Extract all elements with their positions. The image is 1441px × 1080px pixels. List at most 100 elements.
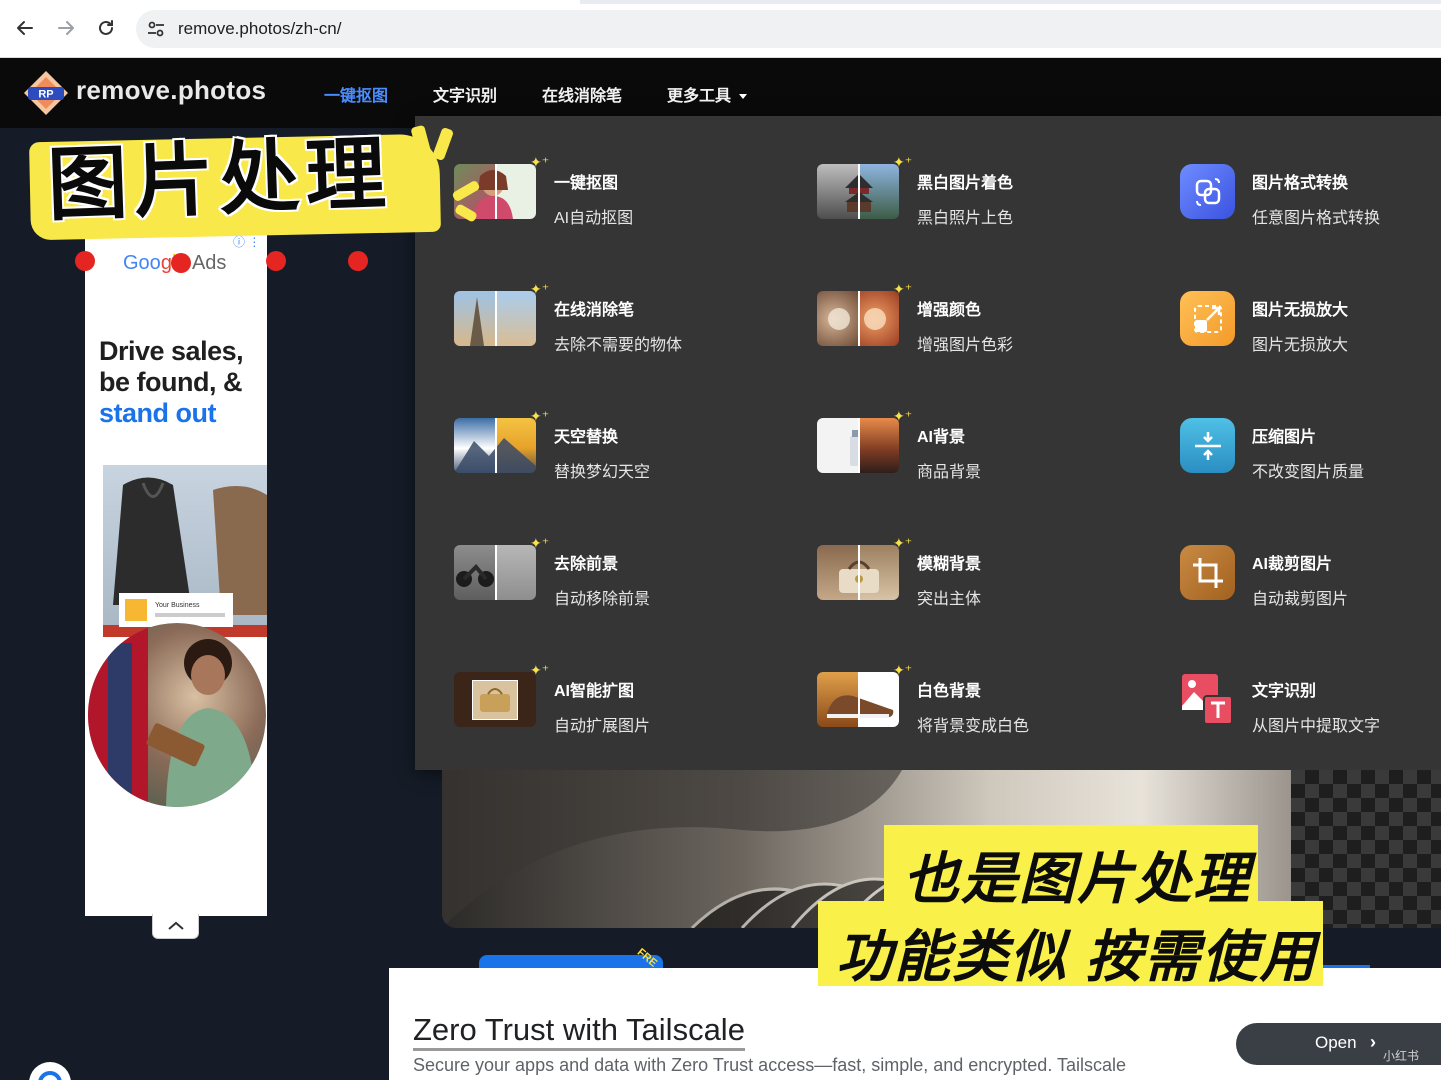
sparkle-icon: ✦⁺ bbox=[530, 535, 550, 551]
tool-thumbnail bbox=[454, 672, 536, 727]
upload-button[interactable] bbox=[479, 955, 663, 969]
tool-desc: 任意图片格式转换 bbox=[1252, 210, 1381, 227]
tool-desc: 自动扩展图片 bbox=[554, 718, 651, 735]
tool-thumbnail bbox=[817, 672, 899, 727]
nav-text-recognition[interactable]: 文字识别 bbox=[433, 82, 497, 106]
red-dot bbox=[266, 251, 286, 271]
back-icon[interactable] bbox=[11, 14, 39, 42]
tool-ai-crop[interactable]: AI裁剪图片 自动裁剪图片 bbox=[1180, 545, 1441, 625]
floating-chat-button[interactable] bbox=[29, 1062, 71, 1080]
tool-blur-background[interactable]: ✦⁺ 模糊背景 突出主体 bbox=[817, 535, 1157, 625]
red-dot bbox=[171, 253, 191, 273]
tool-one-click-cutout[interactable]: ✦⁺ 一键抠图 AI自动抠图 bbox=[454, 154, 794, 244]
ad-collapse-button[interactable] bbox=[152, 914, 199, 939]
ocr-icon bbox=[1180, 672, 1235, 727]
bottom-ad-title[interactable]: Zero Trust with Tailscale bbox=[413, 1012, 745, 1051]
tab-strip bbox=[580, 0, 1441, 4]
sparkle-icon: ✦⁺ bbox=[530, 154, 550, 170]
reload-icon[interactable] bbox=[92, 14, 120, 42]
nav-one-click-cutout[interactable]: 一键抠图 bbox=[324, 82, 388, 106]
sparkle-icon: ✦⁺ bbox=[530, 281, 550, 297]
tool-lossless-enlarge[interactable]: 图片无损放大 图片无损放大 bbox=[1180, 291, 1441, 371]
crop-icon bbox=[1180, 545, 1235, 600]
tool-desc: 将背景变成白色 bbox=[917, 718, 1030, 735]
sparkle-icon: ✦⁺ bbox=[893, 535, 913, 551]
tool-name: 压缩图片 bbox=[1252, 429, 1317, 446]
watermark: 小红书 bbox=[1383, 1049, 1420, 1063]
tool-name: 增强颜色 bbox=[917, 302, 982, 319]
tool-name: 一键抠图 bbox=[554, 175, 619, 192]
nav-eraser[interactable]: 在线消除笔 bbox=[542, 82, 622, 106]
sparkle-icon: ✦⁺ bbox=[893, 154, 913, 170]
ad-headline-blue: stand out bbox=[99, 398, 217, 428]
more-tools-dropdown: ✦⁺ 一键抠图 AI自动抠图 ✦⁺ 在线消除笔 去除不需要的物体 ✦⁺ 天空替换… bbox=[415, 116, 1441, 770]
address-bar[interactable]: remove.photos/zh-cn/ bbox=[136, 10, 1441, 48]
tool-desc: 商品背景 bbox=[917, 464, 982, 481]
sparkle-icon: ✦⁺ bbox=[893, 408, 913, 424]
nav-more-tools[interactable]: 更多工具 bbox=[667, 82, 748, 106]
svg-text:RP: RP bbox=[38, 89, 53, 101]
tool-name: 去除前景 bbox=[554, 556, 619, 573]
tool-remove-foreground[interactable]: ✦⁺ 去除前景 自动移除前景 bbox=[454, 535, 794, 625]
sparkle-icon: ✦⁺ bbox=[893, 281, 913, 297]
tool-desc: 突出主体 bbox=[917, 591, 982, 608]
forward-icon[interactable] bbox=[52, 14, 80, 42]
tool-thumbnail bbox=[817, 418, 899, 473]
tool-name: 黑白图片着色 bbox=[917, 175, 1014, 192]
tool-ai-background[interactable]: ✦⁺ AI背景 商品背景 bbox=[817, 408, 1157, 498]
ad-photo-hoodies[interactable]: Your Business bbox=[103, 465, 267, 637]
tool-name: 图片无损放大 bbox=[1252, 302, 1349, 319]
tool-format-convert[interactable]: 图片格式转换 任意图片格式转换 bbox=[1180, 164, 1441, 244]
red-dot bbox=[348, 251, 368, 271]
ad-photo-shopper[interactable] bbox=[88, 623, 266, 807]
compress-icon bbox=[1180, 418, 1235, 473]
site-info-icon[interactable] bbox=[146, 19, 166, 39]
tool-desc: 自动裁剪图片 bbox=[1252, 591, 1349, 608]
caret-down-icon bbox=[739, 94, 748, 100]
tool-name: AI裁剪图片 bbox=[1252, 556, 1333, 573]
sparkle-icon: ✦⁺ bbox=[530, 662, 550, 678]
tool-thumbnail bbox=[817, 164, 899, 219]
tool-desc: 去除不需要的物体 bbox=[554, 337, 683, 354]
tool-desc: 黑白照片上色 bbox=[917, 210, 1014, 227]
caption-line1: 也是图片处理 bbox=[903, 847, 1251, 910]
tool-ai-expand[interactable]: ✦⁺ AI智能扩图 自动扩展图片 bbox=[454, 662, 794, 752]
tool-name: AI背景 bbox=[917, 429, 966, 446]
sparkle-icon: ✦⁺ bbox=[893, 662, 913, 678]
tool-desc: 自动移除前景 bbox=[554, 591, 651, 608]
tool-desc: AI自动抠图 bbox=[554, 210, 634, 227]
sparkle-icon: ✦⁺ bbox=[530, 408, 550, 424]
tool-desc: 从图片中提取文字 bbox=[1252, 718, 1381, 735]
convert-icon bbox=[1180, 164, 1235, 219]
tool-eraser[interactable]: ✦⁺ 在线消除笔 去除不需要的物体 bbox=[454, 281, 794, 371]
tool-name: 白色背景 bbox=[917, 683, 982, 700]
tool-sky-replace[interactable]: ✦⁺ 天空替换 替换梦幻天空 bbox=[454, 408, 794, 498]
tool-white-background[interactable]: ✦⁺ 白色背景 将背景变成白色 bbox=[817, 662, 1157, 752]
svg-text:Your Business: Your Business bbox=[155, 602, 200, 609]
browser-toolbar: remove.photos/zh-cn/ bbox=[0, 0, 1441, 58]
tool-name: 文字识别 bbox=[1252, 683, 1317, 700]
tool-thumbnail bbox=[454, 545, 536, 600]
enlarge-icon bbox=[1180, 291, 1235, 346]
logo-icon[interactable]: RP bbox=[22, 69, 70, 117]
tool-enhance-color[interactable]: ✦⁺ 增强颜色 增强图片色彩 bbox=[817, 281, 1157, 371]
tool-thumbnail bbox=[817, 291, 899, 346]
url-text[interactable]: remove.photos/zh-cn/ bbox=[178, 19, 341, 39]
ad-headline[interactable]: Drive sales, be found, & stand out bbox=[99, 336, 267, 429]
ad-open-label: Open bbox=[1315, 1033, 1357, 1052]
tool-thumbnail bbox=[454, 291, 536, 346]
tool-name: 模糊背景 bbox=[917, 556, 982, 573]
tool-desc: 替换梦幻天空 bbox=[554, 464, 651, 481]
tool-thumbnail bbox=[454, 418, 536, 473]
bottom-ad-desc: Secure your apps and data with Zero Trus… bbox=[413, 1055, 1127, 1075]
nav-more-tools-label: 更多工具 bbox=[667, 88, 732, 105]
caption-line2: 功能类似 按需使用 bbox=[836, 925, 1318, 988]
ad-brand-suffix: Ads bbox=[191, 252, 227, 274]
tool-desc: 不改变图片质量 bbox=[1252, 464, 1365, 481]
tool-ocr[interactable]: 文字识别 从图片中提取文字 bbox=[1180, 672, 1441, 752]
chevron-right-icon: › bbox=[1370, 1032, 1376, 1052]
tool-compress[interactable]: 压缩图片 不改变图片质量 bbox=[1180, 418, 1441, 498]
tool-colorize[interactable]: ✦⁺ 黑白图片着色 黑白照片上色 bbox=[817, 154, 1157, 244]
logo-text[interactable]: remove.photos bbox=[76, 75, 266, 106]
red-dot bbox=[75, 251, 95, 271]
